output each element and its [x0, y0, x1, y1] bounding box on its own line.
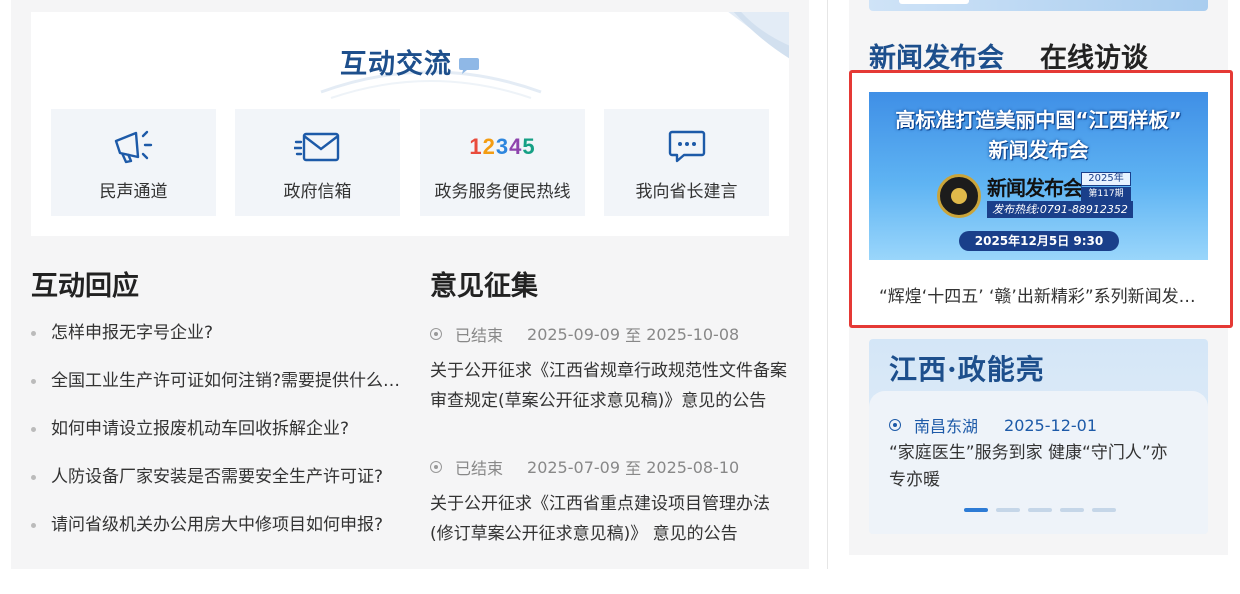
top-banner-edge[interactable] — [869, 0, 1208, 11]
tile-label: 民声通道 — [99, 182, 168, 202]
response-item[interactable]: 怎样申报无字号企业? — [31, 318, 401, 366]
banner-date: 2025年12月5日 9:30 — [959, 231, 1119, 251]
opinion-item: 已结束 2025-09-09 至 2025-10-08 关于公开征求《江西省规章… — [430, 320, 792, 416]
carousel-dots — [964, 508, 1124, 512]
banner-brand: 新闻发布会 — [987, 176, 1083, 200]
status-dot-icon — [430, 328, 442, 340]
envelope-icon — [235, 127, 400, 167]
column-divider — [827, 0, 828, 569]
opinion-link[interactable]: 关于公开征求《江西省重点建设项目管理办法(修订草案公开征求意见稿)》 意见的公告 — [430, 489, 792, 549]
tile-label: 政务服务便民热线 — [434, 182, 571, 202]
hotline-12345-icon: 12345 — [469, 134, 536, 159]
opinion-title: 意见征集 — [430, 271, 538, 302]
response-item[interactable]: 全国工业生产许可证如何注销?需要提供什么材料? — [31, 366, 401, 414]
response-item[interactable]: 人防设备厂家安装是否需要安全生产许可证? — [31, 462, 401, 510]
banner-year: 2025年 — [1081, 172, 1131, 186]
jiangxi-date: 2025-12-01 — [1004, 415, 1097, 435]
banner-hotline: 发布热线:0791-88912352 — [987, 201, 1133, 218]
jiangxi-article-link[interactable]: “家庭医生”服务到家 健康“守门人”亦专亦暖 — [889, 440, 1179, 494]
status-dot-icon — [430, 461, 442, 473]
carousel-dot[interactable] — [1060, 508, 1084, 512]
opinion-end-date: 2025-10-08 — [646, 324, 740, 344]
chat-bubble-icon — [604, 127, 769, 167]
jiangxi-meta: 南昌东湖 2025-12-01 — [889, 413, 1097, 437]
megaphone-icon — [51, 127, 216, 167]
jiangxi-source: 南昌东湖 — [914, 417, 979, 436]
opinion-end-date: 2025-08-10 — [646, 457, 740, 477]
opinion-date-sep: 至 — [625, 459, 642, 478]
tile-label: 我向省长建言 — [635, 182, 738, 202]
emblem-logo — [937, 174, 981, 218]
tile-voice-channel[interactable]: 民声通道 — [51, 109, 216, 216]
tile-label: 政府信箱 — [283, 182, 352, 202]
interact-panel: 互动交流 民声通道 政府信箱 12345 政务服务便民热线 我向省长建言 — [31, 12, 789, 236]
response-item[interactable]: 如何申请设立报废机动车回收拆解企业? — [31, 414, 401, 462]
banner-issue: 第117期 — [1081, 187, 1131, 201]
opinion-status: 已结束 — [455, 459, 504, 478]
press-conference-banner[interactable]: 高标准打造美丽中国“江西样板” 新闻发布会 新闻发布会 2025年 第117期 … — [869, 92, 1208, 260]
carousel-dot[interactable] — [964, 508, 988, 512]
opinion-status: 已结束 — [455, 326, 504, 345]
banner-title-line2: 新闻发布会 — [988, 138, 1089, 162]
press-caption-link[interactable]: “辉煌‘十四五’ ‘赣’出新精彩”系列新闻发布会 — [879, 282, 1209, 307]
opinion-link[interactable]: 关于公开征求《江西省规章行政规范性文件备案审查规定(草案公开征求意见稿)》意见的… — [430, 356, 792, 416]
opinion-start-date: 2025-07-09 — [527, 457, 620, 477]
carousel-dot[interactable] — [996, 508, 1020, 512]
interact-tiles: 民声通道 政府信箱 12345 政务服务便民热线 我向省长建言 — [51, 109, 771, 216]
interact-title: 互动交流 — [31, 42, 789, 81]
opinion-item: 已结束 2025-07-09 至 2025-08-10 关于公开征求《江西省重点… — [430, 453, 792, 549]
tile-suggest-to-governor[interactable]: 我向省长建言 — [604, 109, 769, 216]
opinion-date-sep: 至 — [625, 326, 642, 345]
title-chat-icon — [459, 57, 479, 74]
opinion-start-date: 2025-09-09 — [527, 324, 620, 344]
carousel-dot[interactable] — [1028, 508, 1052, 512]
tile-government-mailbox[interactable]: 政府信箱 — [235, 109, 400, 216]
jiangxi-panel: 江西·政能亮 南昌东湖 2025-12-01 “家庭医生”服务到家 健康“守门人… — [869, 339, 1208, 534]
tile-service-hotline[interactable]: 12345 政务服务便民热线 — [420, 109, 585, 216]
carousel-dot[interactable] — [1092, 508, 1116, 512]
bullet-dot-icon — [889, 419, 901, 431]
response-item[interactable]: 请问省级机关办公用房大中修项目如何申报? — [31, 510, 401, 558]
banner-title-line1: 高标准打造美丽中国“江西样板” — [895, 108, 1182, 132]
opinion-meta: 已结束 2025-09-09 至 2025-10-08 — [430, 320, 792, 348]
response-list: 怎样申报无字号企业? 全国工业生产许可证如何注销?需要提供什么材料? 如何申请设… — [31, 318, 401, 558]
response-title: 互动回应 — [31, 271, 139, 302]
opinion-meta: 已结束 2025-07-09 至 2025-08-10 — [430, 453, 792, 481]
jiangxi-title: 江西·政能亮 — [889, 353, 1045, 386]
